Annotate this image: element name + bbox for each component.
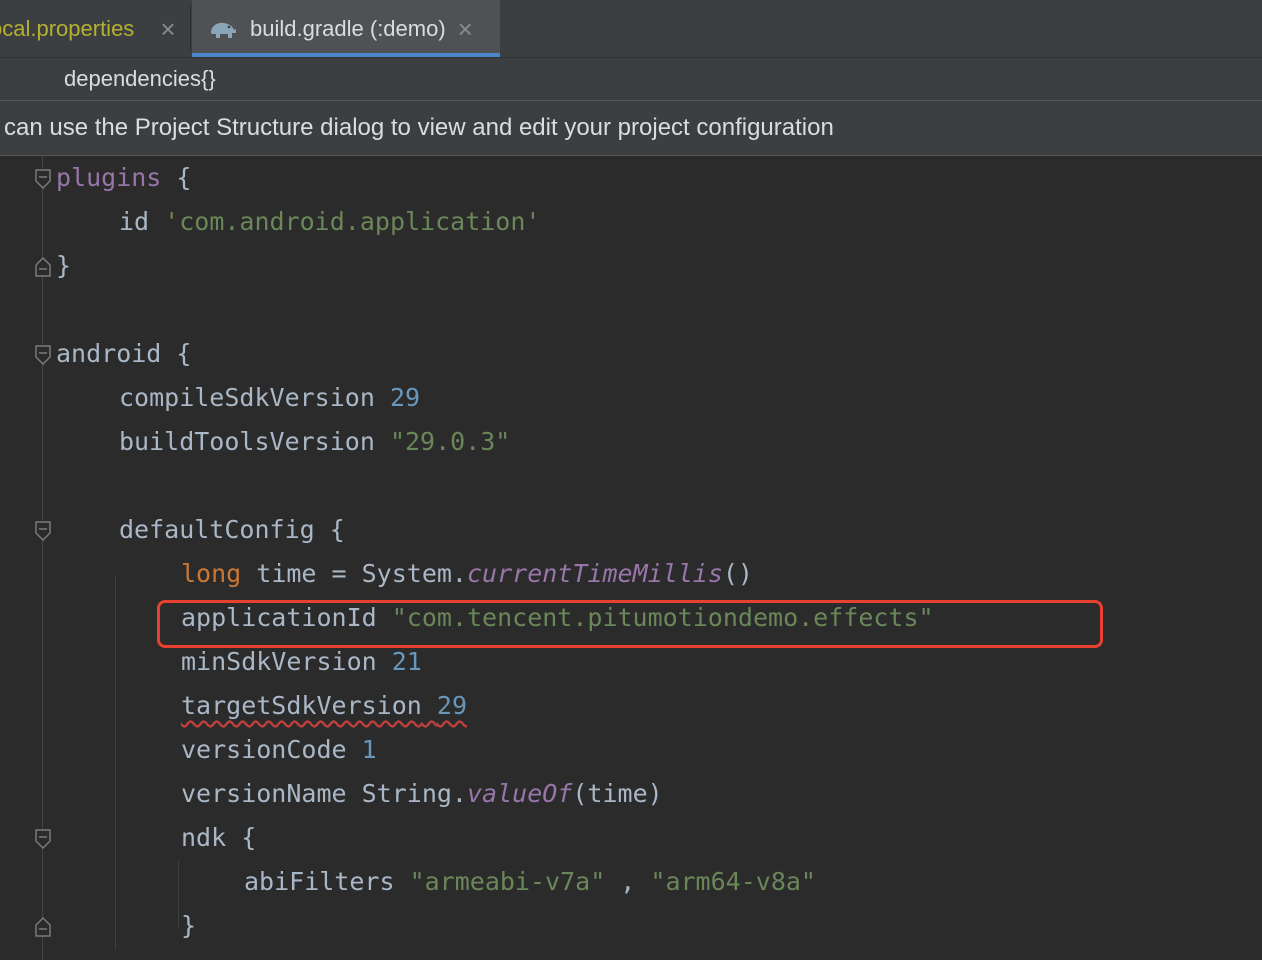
fold-end-icon[interactable] bbox=[35, 917, 51, 937]
code-token: currentTimeMillis bbox=[467, 559, 723, 588]
code-token: 29 bbox=[436, 691, 467, 720]
tab-local-properties-label: ocal.properties bbox=[0, 15, 135, 41]
code-token: (time) bbox=[572, 779, 663, 808]
project-structure-notification: can use the Project Structure dialog to … bbox=[0, 101, 1262, 156]
tab-build-gradle-label: build.gradle (:demo) bbox=[250, 15, 446, 41]
code-token: targetSdkVersion bbox=[181, 691, 422, 720]
code-line[interactable]: ndk { bbox=[181, 816, 256, 860]
code-token: { bbox=[161, 163, 192, 192]
code-line[interactable]: id 'com.android.application' bbox=[119, 200, 540, 244]
code-token: abiFilters bbox=[244, 867, 395, 896]
tab-build-gradle[interactable]: build.gradle (:demo) × bbox=[192, 0, 500, 57]
code-editor[interactable]: plugins { id 'com.android.application' }… bbox=[0, 156, 1262, 960]
fold-open-icon[interactable] bbox=[35, 345, 51, 365]
close-icon[interactable]: × bbox=[160, 16, 175, 42]
code-token: "29.0.3" bbox=[389, 427, 511, 456]
code-line[interactable]: abiFilters "armeabi-v7a" , "arm64-v8a" bbox=[244, 860, 816, 904]
code-token: compileSdkVersion bbox=[119, 383, 375, 412]
code-token: time = System. bbox=[241, 559, 467, 588]
code-token: android bbox=[56, 339, 162, 368]
tab-local-properties[interactable]: ocal.properties × bbox=[0, 0, 180, 57]
fold-end-icon[interactable] bbox=[35, 257, 51, 277]
code-token: "arm64-v8a" bbox=[650, 867, 816, 896]
code-token: "armeabi-v7a" bbox=[409, 867, 606, 896]
code-line[interactable]: long time = System.currentTimeMillis() bbox=[181, 552, 753, 596]
code-token: valueOf bbox=[467, 779, 573, 808]
code-token: String. bbox=[346, 779, 467, 808]
code-token: defaultConfig bbox=[119, 515, 315, 544]
code-token: versionCode bbox=[181, 735, 347, 764]
code-token: } bbox=[56, 251, 72, 280]
code-token: { bbox=[161, 339, 192, 368]
code-token: } bbox=[181, 911, 197, 940]
code-line[interactable]: targetSdkVersion 29 bbox=[181, 684, 467, 728]
code-line[interactable]: compileSdkVersion 29 bbox=[119, 376, 420, 420]
code-token: () bbox=[722, 559, 753, 588]
code-token: 1 bbox=[361, 735, 377, 764]
breadcrumb: dependencies{} bbox=[0, 58, 1262, 101]
code-line[interactable]: } bbox=[56, 244, 71, 288]
code-token: ndk bbox=[181, 823, 227, 852]
fold-open-icon[interactable] bbox=[35, 169, 51, 189]
editor-tab-bar: ocal.properties × build.gradle (:demo) × bbox=[0, 0, 1262, 58]
code-token: buildToolsVersion bbox=[119, 427, 375, 456]
code-line[interactable]: plugins { bbox=[56, 156, 191, 200]
notification-message: can use the Project Structure dialog to … bbox=[4, 114, 834, 141]
code-line[interactable]: buildToolsVersion "29.0.3" bbox=[119, 420, 510, 464]
code-token: , bbox=[605, 867, 651, 896]
code-token: plugins bbox=[56, 163, 162, 192]
code-line[interactable]: defaultConfig { bbox=[119, 508, 345, 552]
breadcrumb-dependencies[interactable]: dependencies{} bbox=[64, 66, 216, 92]
code-line[interactable]: versionCode 1 bbox=[181, 728, 377, 772]
fold-open-icon[interactable] bbox=[35, 829, 51, 849]
code-line[interactable]: } bbox=[181, 904, 196, 948]
code-token: long bbox=[181, 559, 242, 588]
indent-guide bbox=[115, 575, 116, 950]
code-token: versionName bbox=[181, 779, 347, 808]
gradle-elephant-icon bbox=[208, 18, 238, 40]
code-warning: targetSdkVersion 29 bbox=[181, 691, 467, 720]
close-icon[interactable]: × bbox=[458, 16, 473, 42]
code-line[interactable]: android { bbox=[56, 332, 191, 376]
indent-guide bbox=[178, 861, 179, 929]
tab-separator bbox=[190, 6, 191, 51]
code-token: 21 bbox=[391, 647, 422, 676]
code-token: { bbox=[226, 823, 257, 852]
code-line[interactable]: versionName String.valueOf(time) bbox=[181, 772, 663, 816]
code-token: id bbox=[119, 207, 150, 236]
code-token: minSdkVersion bbox=[181, 647, 377, 676]
highlight-annotation-box bbox=[157, 600, 1103, 648]
code-token: 29 bbox=[389, 383, 421, 412]
code-token: { bbox=[314, 515, 345, 544]
fold-open-icon[interactable] bbox=[35, 521, 51, 541]
code-token: 'com.android.application' bbox=[164, 207, 541, 236]
